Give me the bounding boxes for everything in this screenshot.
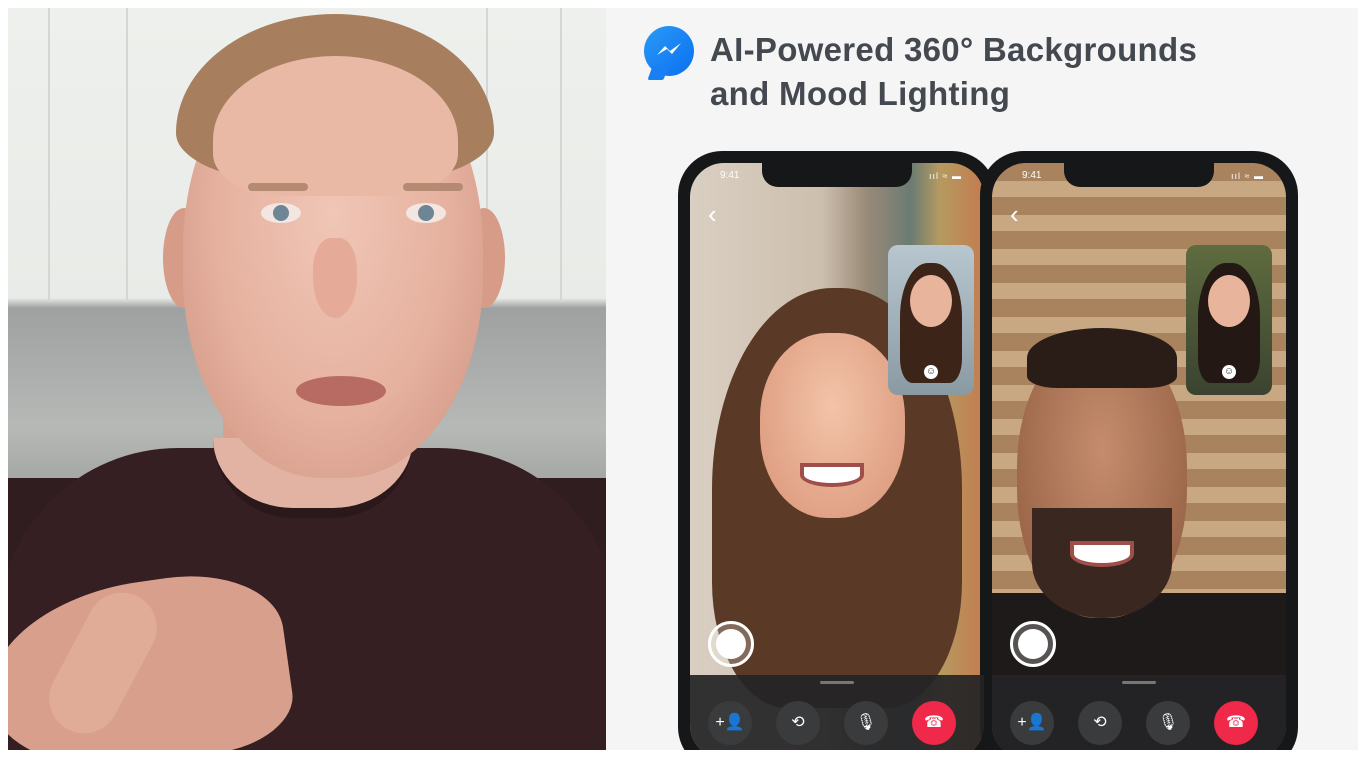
capture-button[interactable] [1010, 621, 1056, 667]
presenter-eye [406, 203, 446, 223]
add-person-icon[interactable]: +👤 [1010, 701, 1054, 745]
video-frame: AI-Powered 360° Backgrounds and Mood Lig… [0, 0, 1366, 757]
self-view-pip[interactable]: ☺ [1186, 245, 1272, 395]
slide-title: AI-Powered 360° Backgrounds and Mood Lig… [710, 28, 1330, 116]
back-chevron-icon[interactable]: ‹ [1010, 201, 1019, 227]
self-view-face [1208, 275, 1250, 327]
wall-slat [126, 8, 128, 300]
add-person-icon[interactable]: +👤 [708, 701, 752, 745]
remote-participant-hair [1027, 328, 1177, 388]
capture-button[interactable] [708, 621, 754, 667]
remote-participant-smile [800, 463, 864, 487]
self-view-face [910, 275, 952, 327]
call-controls-tray: +👤 ⟲ 🎙 ☎ [992, 675, 1286, 750]
wall-slat [560, 8, 562, 300]
tray-handle[interactable] [1122, 681, 1156, 684]
phone-notch [1064, 163, 1214, 187]
self-view-pip[interactable]: ☺ [888, 245, 974, 395]
presenter-video [8, 8, 606, 750]
slide-title-line1: AI-Powered 360° Backgrounds [710, 31, 1198, 68]
flip-camera-icon[interactable]: ⟲ [1078, 701, 1122, 745]
tray-handle[interactable] [820, 681, 854, 684]
end-call-icon[interactable]: ☎ [1214, 701, 1258, 745]
phone-mockup-left: 9:41 ııl ≈ ▬ ‹ ☺ +👤 ⟲ 🎙 ☎ [678, 151, 996, 750]
presenter-eye [261, 203, 301, 223]
phone-mockup-right: 9:41 ııl ≈ ▬ ‹ ☺ +👤 ⟲ 🎙 ☎ [980, 151, 1298, 750]
presentation-slide: AI-Powered 360° Backgrounds and Mood Lig… [606, 8, 1358, 750]
presenter-brow [403, 183, 463, 191]
microphone-icon[interactable]: 🎙 [844, 701, 888, 745]
phone-notch [762, 163, 912, 187]
video-call-screen: 9:41 ııl ≈ ▬ ‹ ☺ +👤 ⟲ 🎙 ☎ [992, 163, 1286, 750]
microphone-icon[interactable]: 🎙 [1146, 701, 1190, 745]
remote-participant-face [760, 333, 905, 518]
presenter-mouth [296, 376, 386, 406]
presenter-brow [248, 183, 308, 191]
status-icons: ııl ≈ ▬ [1231, 171, 1264, 181]
slide-title-line2: and Mood Lighting [710, 75, 1011, 112]
end-call-icon[interactable]: ☎ [912, 701, 956, 745]
video-call-screen: 9:41 ııl ≈ ▬ ‹ ☺ +👤 ⟲ 🎙 ☎ [690, 163, 984, 750]
status-icons: ııl ≈ ▬ [929, 171, 962, 181]
back-chevron-icon[interactable]: ‹ [708, 201, 717, 227]
effects-icon[interactable]: ☺ [1222, 365, 1236, 379]
flip-camera-icon[interactable]: ⟲ [776, 701, 820, 745]
effects-icon[interactable]: ☺ [924, 365, 938, 379]
remote-participant-smile [1070, 541, 1134, 567]
status-time: 9:41 [1022, 170, 1042, 181]
presenter-nose [313, 238, 357, 318]
messenger-icon [644, 26, 694, 76]
status-time: 9:41 [720, 170, 740, 181]
call-controls-tray: +👤 ⟲ 🎙 ☎ [690, 675, 984, 750]
wall-slat [48, 8, 50, 300]
